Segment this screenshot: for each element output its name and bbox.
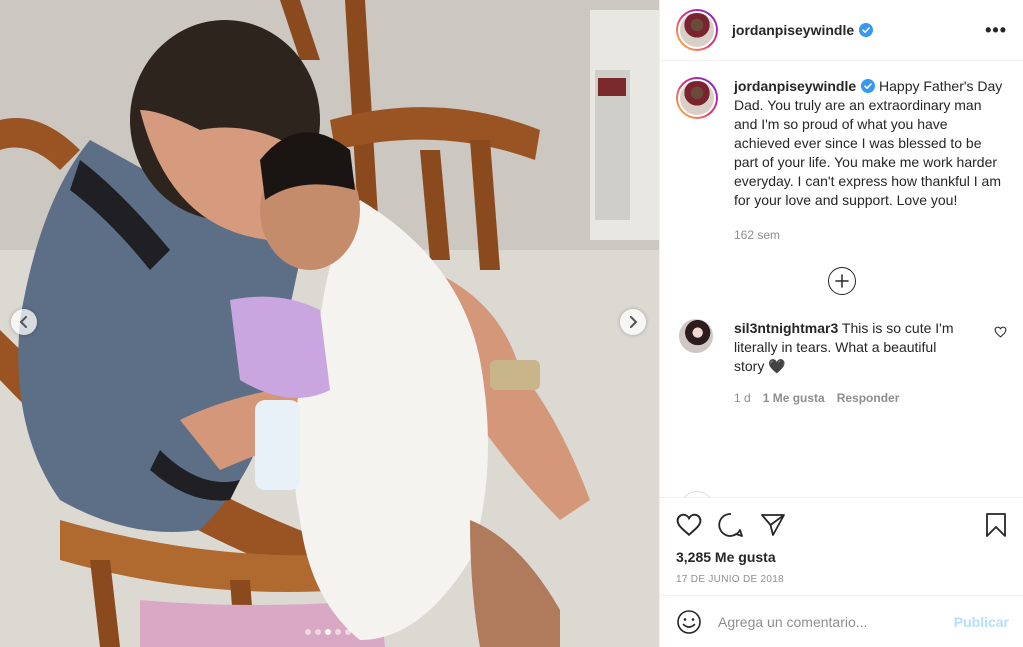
bookmark-icon bbox=[986, 513, 1006, 537]
comments-list: jordanpiseywindle Happy Father's Day Dad… bbox=[660, 61, 1023, 497]
caption-author-username[interactable]: jordanpiseywindle bbox=[734, 78, 856, 94]
comment-input[interactable] bbox=[718, 613, 954, 630]
comment-button[interactable] bbox=[718, 512, 744, 538]
comment-item: sil3ntnightmar3 This is so cute I'm lite… bbox=[676, 319, 1007, 408]
load-more-button[interactable] bbox=[827, 267, 856, 295]
verified-icon bbox=[859, 23, 874, 37]
post-header: jordanpiseywindle ••• bbox=[660, 0, 1023, 61]
carousel-indicator bbox=[305, 629, 351, 635]
carousel-next-button[interactable] bbox=[620, 309, 646, 335]
chevron-right-icon bbox=[630, 316, 638, 328]
caption: jordanpiseywindle Happy Father's Day Dad… bbox=[676, 77, 1007, 245]
comment-reply-button[interactable]: Responder bbox=[837, 389, 900, 408]
comment-composer: Publicar bbox=[660, 595, 1023, 647]
like-button[interactable] bbox=[676, 513, 702, 537]
comment-like-count[interactable]: 1 Me gusta bbox=[763, 389, 825, 408]
verified-icon bbox=[861, 79, 876, 93]
plus-circle-icon bbox=[834, 274, 849, 288]
caption-body: jordanpiseywindle Happy Father's Day Dad… bbox=[734, 77, 1004, 245]
next-comment-avatar bbox=[680, 491, 714, 497]
comment-like-button[interactable] bbox=[994, 319, 1007, 408]
chevron-left-icon bbox=[19, 316, 27, 328]
post-date[interactable]: 17 DE JUNIO DE 2018 bbox=[676, 574, 1007, 585]
like-count[interactable]: 3,285 Me gusta bbox=[676, 549, 1007, 565]
caption-text: Happy Father's Day Dad. You truly are an… bbox=[734, 78, 1003, 208]
photo-image bbox=[0, 0, 659, 647]
caption-timestamp[interactable]: 162 sem bbox=[734, 226, 1004, 245]
author-username[interactable]: jordanpiseywindle bbox=[732, 22, 854, 38]
heart-icon bbox=[676, 513, 702, 537]
load-more-comments bbox=[676, 267, 1007, 295]
comment-icon bbox=[718, 513, 743, 537]
carousel-dot bbox=[315, 629, 321, 635]
comment-time[interactable]: 1 d bbox=[734, 389, 751, 408]
commenter-avatar[interactable] bbox=[679, 319, 713, 353]
action-icons bbox=[676, 510, 1007, 540]
carousel-dot bbox=[345, 629, 351, 635]
comment-body: sil3ntnightmar3 This is so cute I'm lite… bbox=[734, 319, 970, 408]
author-avatar[interactable] bbox=[676, 9, 718, 51]
post-view: jordanpiseywindle ••• jordanpiseywindle … bbox=[0, 0, 1023, 647]
carousel-dot bbox=[305, 629, 311, 635]
post-sidebar: jordanpiseywindle ••• jordanpiseywindle … bbox=[659, 0, 1023, 647]
emoji-icon bbox=[677, 609, 701, 634]
caption-author-avatar[interactable] bbox=[676, 77, 718, 119]
save-button[interactable] bbox=[985, 512, 1007, 538]
post-photo[interactable] bbox=[0, 0, 659, 647]
more-options-button[interactable]: ••• bbox=[985, 20, 1007, 41]
emoji-button[interactable] bbox=[676, 609, 702, 635]
heart-icon bbox=[994, 326, 1007, 338]
post-actions: 3,285 Me gusta 17 DE JUNIO DE 2018 bbox=[660, 497, 1023, 595]
share-icon bbox=[761, 514, 785, 536]
publish-button[interactable]: Publicar bbox=[954, 614, 1009, 630]
commenter-username[interactable]: sil3ntnightmar3 bbox=[734, 320, 838, 336]
carousel-dot-active bbox=[325, 629, 331, 635]
carousel-dot bbox=[335, 629, 341, 635]
comment-meta: 1 d 1 Me gusta Responder bbox=[734, 389, 970, 408]
share-button[interactable] bbox=[760, 513, 786, 537]
carousel-prev-button[interactable] bbox=[11, 309, 37, 335]
